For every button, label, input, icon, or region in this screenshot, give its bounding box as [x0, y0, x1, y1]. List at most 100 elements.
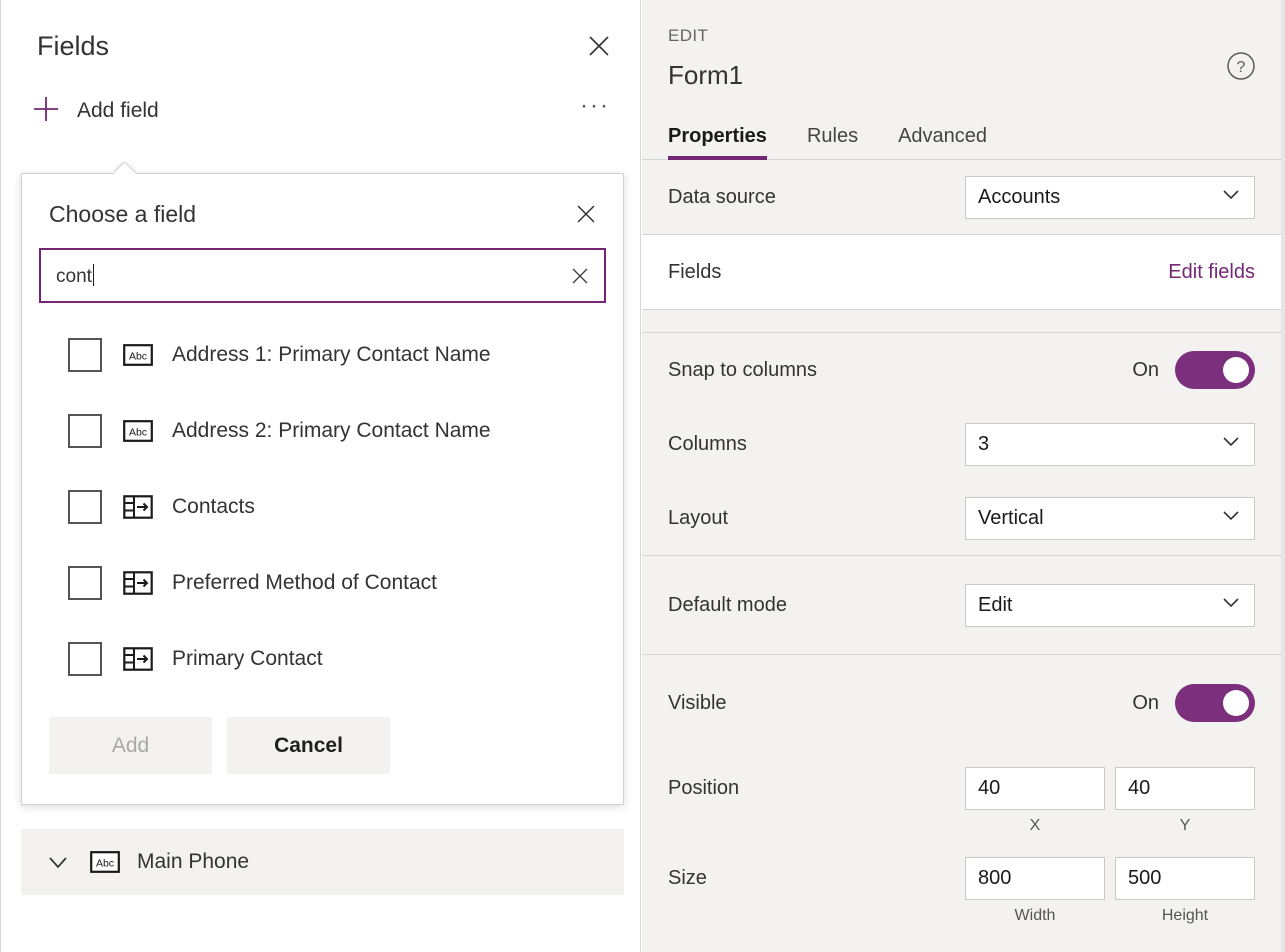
- row-size: Size 800 Width 500 Height: [642, 841, 1281, 931]
- data-source-value: Accounts: [978, 185, 1061, 208]
- add-button[interactable]: Add: [49, 717, 212, 774]
- tab-advanced[interactable]: Advanced: [898, 125, 987, 159]
- fields-pane-header: Fields: [1, 0, 640, 62]
- columns-select[interactable]: 3: [965, 422, 1255, 466]
- callout-title: Choose a field: [49, 200, 197, 227]
- svg-text:Abc: Abc: [129, 351, 147, 363]
- layout-label: Layout: [668, 506, 729, 529]
- tab-properties[interactable]: Properties: [668, 125, 767, 160]
- visible-toggle[interactable]: [1175, 684, 1255, 722]
- edit-kicker: EDIT: [668, 26, 709, 45]
- section-spacer: [642, 310, 1281, 333]
- row-default-mode: Default mode Edit: [642, 556, 1281, 654]
- snap-to-columns-toggle[interactable]: [1175, 351, 1255, 389]
- position-x-input[interactable]: 40: [965, 767, 1105, 810]
- position-fields: 40 X 40 Y: [965, 767, 1255, 835]
- field-checkbox[interactable]: [68, 642, 102, 676]
- tab-rules[interactable]: Rules: [807, 125, 858, 159]
- list-item-label: Address 1: Primary Contact Name: [172, 343, 491, 366]
- size-width-input[interactable]: 800: [965, 857, 1105, 900]
- data-source-label: Data source: [668, 185, 776, 208]
- page-title: Fields: [37, 30, 110, 61]
- layout-value: Vertical: [978, 506, 1044, 529]
- section-default-mode: Default mode Edit: [642, 556, 1281, 655]
- text-field-icon: Abc: [122, 342, 154, 368]
- row-fields: Fields Edit fields: [642, 235, 1281, 309]
- layout-select[interactable]: Vertical: [965, 496, 1255, 540]
- list-item[interactable]: Contacts: [22, 469, 623, 545]
- text-field-icon: Abc: [89, 849, 121, 875]
- row-data-source: Data source Accounts: [642, 160, 1281, 234]
- clear-icon[interactable]: [556, 264, 604, 288]
- choose-field-callout: Choose a field cont Abc Address 1: Prima…: [21, 173, 624, 805]
- callout-actions: Add Cancel: [22, 703, 623, 804]
- text-field-icon: Abc: [122, 418, 154, 444]
- callout-arrow: [114, 162, 136, 174]
- field-checkbox[interactable]: [68, 490, 102, 524]
- search-input[interactable]: cont: [39, 248, 606, 303]
- search-input-value: cont: [56, 263, 94, 287]
- toggle-knob: [1223, 690, 1249, 716]
- close-icon[interactable]: [582, 29, 616, 63]
- visible-toggle-group: On: [1132, 684, 1255, 722]
- add-field-row: Add field ···: [1, 82, 640, 140]
- plus-icon: [31, 94, 61, 129]
- list-item[interactable]: Abc Address 2: Primary Contact Name: [22, 393, 623, 469]
- chevron-down-icon[interactable]: [45, 849, 71, 875]
- section-visible-position-size: Visible On Position 40 X 40 Y Size 800 W…: [642, 655, 1281, 931]
- cancel-button[interactable]: Cancel: [227, 717, 390, 774]
- list-item-label: Contacts: [172, 495, 255, 518]
- size-width-col: 800 Width: [965, 857, 1105, 925]
- list-item[interactable]: Abc Main Phone: [21, 829, 624, 895]
- fields-pane: Fields Add field ··· Choose a field cont…: [0, 0, 641, 952]
- fields-label: Fields: [668, 260, 722, 283]
- default-mode-label: Default mode: [668, 593, 787, 616]
- position-y-input[interactable]: 40: [1115, 767, 1255, 810]
- field-checkbox[interactable]: [68, 338, 102, 372]
- field-checkbox[interactable]: [68, 566, 102, 600]
- columns-value: 3: [978, 432, 990, 455]
- edit-fields-link[interactable]: Edit fields: [1168, 261, 1255, 284]
- row-columns: Columns 3: [642, 407, 1281, 481]
- position-x-col: 40 X: [965, 767, 1105, 835]
- list-item-label: Primary Contact: [172, 647, 323, 670]
- position-y-col: 40 Y: [1115, 767, 1255, 835]
- list-item-label: Preferred Method of Contact: [172, 571, 437, 594]
- callout-header: Choose a field: [22, 174, 623, 232]
- chevron-down-icon: [1220, 183, 1242, 211]
- app-root: Fields Add field ··· Choose a field cont…: [0, 0, 1285, 952]
- size-width-caption: Width: [1014, 907, 1056, 924]
- chevron-down-icon: [1220, 430, 1242, 458]
- default-mode-select[interactable]: Edit: [965, 583, 1255, 627]
- position-y-caption: Y: [1179, 817, 1191, 834]
- svg-text:?: ?: [1237, 59, 1246, 76]
- row-snap-to-columns: Snap to columns On: [642, 333, 1281, 407]
- row-position: Position 40 X 40 Y: [642, 751, 1281, 841]
- close-icon[interactable]: [569, 197, 603, 231]
- snap-to-columns-toggle-group: On: [1132, 351, 1255, 389]
- add-field-label: Add field: [77, 99, 159, 122]
- size-label: Size: [668, 867, 707, 889]
- add-field-button[interactable]: Add field: [31, 94, 159, 129]
- visible-state: On: [1132, 691, 1159, 714]
- size-height-input[interactable]: 500: [1115, 857, 1255, 900]
- help-circle-icon[interactable]: ?: [1225, 50, 1257, 87]
- snap-to-columns-label: Snap to columns: [668, 358, 817, 381]
- size-height-caption: Height: [1161, 907, 1209, 924]
- list-item[interactable]: Preferred Method of Contact: [22, 545, 623, 621]
- chevron-down-icon: [1220, 591, 1242, 619]
- data-source-select[interactable]: Accounts: [965, 175, 1255, 219]
- ellipsis-icon[interactable]: ···: [574, 93, 616, 123]
- row-visible: Visible On: [642, 655, 1281, 751]
- lookup-field-icon: [122, 570, 154, 596]
- visible-label: Visible: [668, 691, 727, 714]
- section-layout: Snap to columns On Columns 3 Layout Vert…: [642, 333, 1281, 556]
- position-x-caption: X: [1029, 817, 1041, 834]
- selected-control-name: Form1: [668, 60, 744, 90]
- svg-text:Abc: Abc: [129, 427, 147, 439]
- list-item[interactable]: Abc Address 1: Primary Contact Name: [22, 317, 623, 393]
- field-checkbox[interactable]: [68, 414, 102, 448]
- field-options-list: Abc Address 1: Primary Contact Name Abc …: [22, 317, 623, 703]
- list-item[interactable]: Primary Contact: [22, 621, 623, 697]
- section-fields: Fields Edit fields: [642, 235, 1281, 310]
